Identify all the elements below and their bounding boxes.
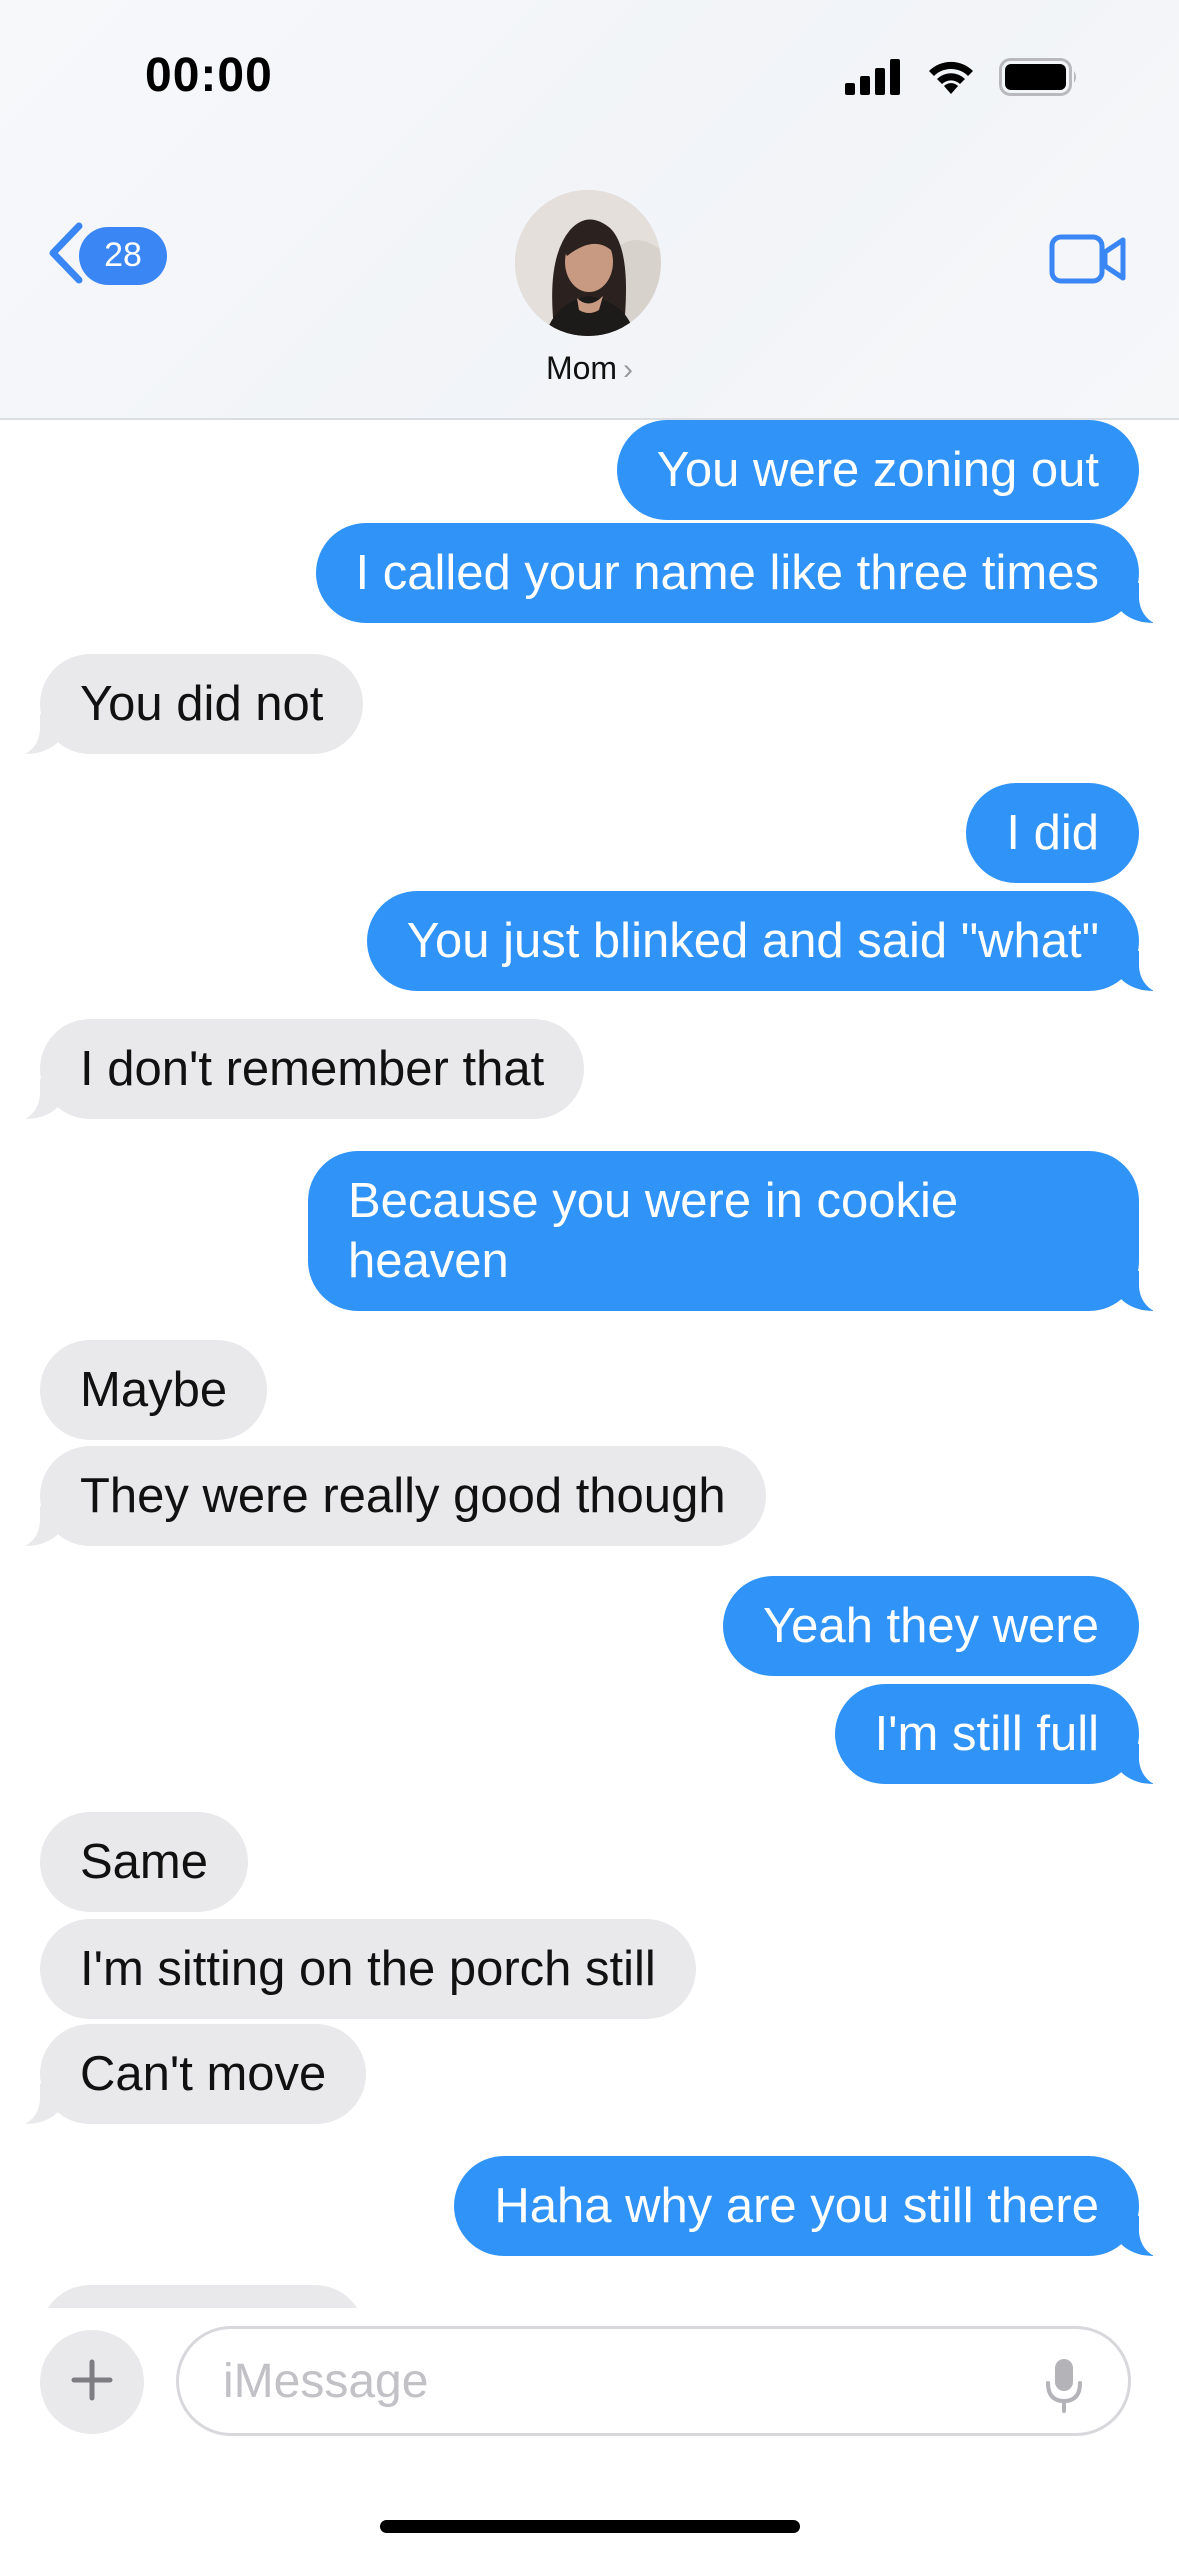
message-sent[interactable]: I'm still full bbox=[834, 1684, 1172, 1786]
video-camera-icon bbox=[1049, 234, 1127, 290]
message-received[interactable]: Same bbox=[40, 1812, 249, 1912]
video-call-button[interactable] bbox=[1049, 232, 1127, 291]
message-sent[interactable]: Yeah they were bbox=[723, 1576, 1139, 1676]
avatar[interactable] bbox=[515, 190, 661, 336]
wifi-icon bbox=[925, 58, 977, 101]
plus-icon bbox=[70, 2358, 114, 2407]
unread-count-badge: 28 bbox=[79, 226, 167, 285]
status-time: 00:00 bbox=[145, 49, 273, 102]
message-received-partial[interactable] bbox=[40, 2285, 365, 2308]
conversation-header: 00:00 28 Mom › bbox=[0, 0, 1179, 420]
message-sent[interactable]: Because you were in cookie heaven bbox=[308, 1151, 1171, 1313]
message-received[interactable]: Maybe bbox=[40, 1340, 268, 1440]
message-received[interactable]: You did not bbox=[7, 654, 364, 756]
message-sent[interactable]: You just blinked and said "what" bbox=[366, 891, 1172, 993]
back-button[interactable]: 28 bbox=[45, 222, 167, 289]
message-input-field[interactable] bbox=[176, 2326, 1131, 2436]
message-sent[interactable]: Haha why are you still there bbox=[454, 2156, 1171, 2258]
cellular-signal-icon bbox=[845, 59, 903, 100]
message-received[interactable]: I don't remember that bbox=[7, 1019, 585, 1121]
battery-icon bbox=[999, 58, 1079, 101]
contact-name: Mom bbox=[545, 350, 618, 386]
microphone-icon[interactable] bbox=[1044, 2357, 1084, 2418]
message-sent[interactable]: I called your name like three times bbox=[315, 523, 1171, 625]
composer-bar bbox=[0, 2308, 1179, 2556]
message-input[interactable] bbox=[221, 2352, 1025, 2410]
message-received[interactable]: They were really good though bbox=[8, 1446, 766, 1548]
chevron-right-icon: › bbox=[623, 353, 634, 386]
contact-name-button[interactable]: Mom › bbox=[0, 350, 1179, 387]
home-indicator[interactable] bbox=[380, 2520, 800, 2533]
message-received[interactable]: Can't move bbox=[7, 2024, 367, 2126]
message-sent[interactable]: I did bbox=[966, 783, 1139, 883]
apps-plus-button[interactable] bbox=[40, 2330, 144, 2434]
status-icons bbox=[845, 58, 1079, 101]
message-sent[interactable]: You were zoning out bbox=[616, 420, 1139, 520]
message-received[interactable]: I'm sitting on the porch still bbox=[40, 1919, 696, 2019]
